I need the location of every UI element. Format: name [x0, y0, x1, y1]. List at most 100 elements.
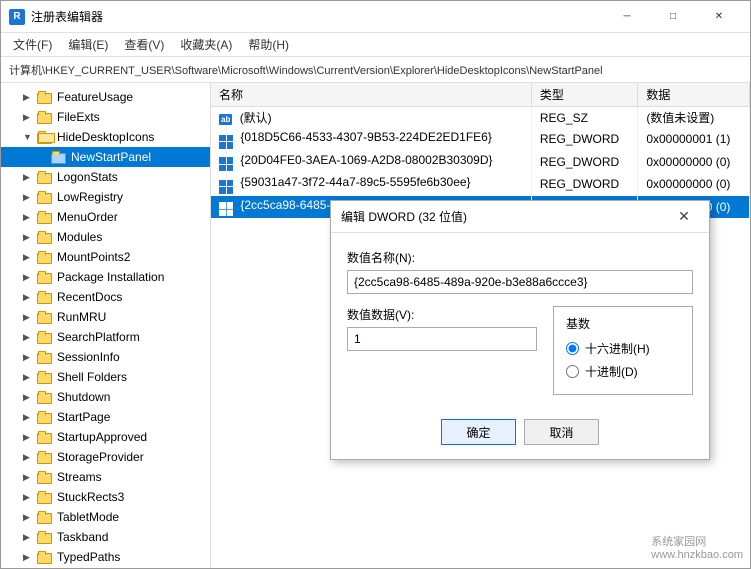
tree-item-label: RunMRU [57, 310, 106, 324]
table-row[interactable]: {018D5C66-4533-4307-9B53-224DE2ED1FE6} R… [211, 128, 750, 151]
tree-item-label: SearchPlatform [57, 330, 140, 344]
expand-arrow: ▶ [23, 292, 37, 303]
tree-item-sessioninfo[interactable]: ▶ SessionInfo [1, 347, 210, 367]
expand-arrow: ▶ [23, 492, 37, 503]
data-input[interactable] [347, 327, 537, 351]
folder-icon [37, 290, 53, 304]
menu-view[interactable]: 查看(V) [116, 34, 172, 55]
radio-hex-item[interactable]: 十六进制(H) [566, 340, 680, 357]
tree-item-label: SessionInfo [57, 350, 120, 364]
dialog-row: 数值数据(V): 基数 十六进制(H) 十进制(D) [347, 306, 693, 395]
ok-button[interactable]: 确定 [441, 419, 516, 445]
tree-item-menuorder[interactable]: ▶ MenuOrder [1, 207, 210, 227]
radio-hex[interactable] [566, 342, 579, 355]
tree-item-label: NewStartPanel [71, 150, 151, 164]
tree-item-featureusage[interactable]: ▶ FeatureUsage [1, 87, 210, 107]
table-row[interactable]: {59031a47-3f72-44a7-89c5-5595fe6b30ee} R… [211, 173, 750, 196]
tree-item-label: StartupApproved [57, 430, 147, 444]
tree-item-lowregistry[interactable]: ▶ LowRegistry [1, 187, 210, 207]
tree-item-label: RecentDocs [57, 290, 122, 304]
titlebar: R 注册表编辑器 ─ □ ✕ [1, 1, 750, 33]
tree-item-startupapproved[interactable]: ▶ StartupApproved [1, 427, 210, 447]
tree-item-mountpoints2[interactable]: ▶ MountPoints2 [1, 247, 210, 267]
name-input[interactable] [347, 270, 693, 294]
tree-item-label: MenuOrder [57, 210, 118, 224]
tree-item-tabletmode[interactable]: ▶ TabletMode [1, 507, 210, 527]
dialog-close-button[interactable]: ✕ [669, 205, 699, 229]
tree-item-label: Modules [57, 230, 102, 244]
cell-type: REG_DWORD [531, 151, 637, 174]
registry-table: 名称 类型 数据 ab (默认) REG_SZ [211, 83, 750, 218]
menu-edit[interactable]: 编辑(E) [60, 34, 116, 55]
tree-item-runmru[interactable]: ▶ RunMRU [1, 307, 210, 327]
tree-item-packageinstallation[interactable]: ▶ Package Installation [1, 267, 210, 287]
tree-item-storageprovider[interactable]: ▶ StorageProvider [1, 447, 210, 467]
col-name: 名称 [211, 83, 531, 107]
folder-icon [37, 170, 53, 184]
folder-icon [37, 110, 53, 124]
radio-dec-item[interactable]: 十进制(D) [566, 363, 680, 380]
base-label: 基数 [566, 315, 680, 332]
folder-icon [37, 230, 53, 244]
menu-file[interactable]: 文件(F) [5, 34, 60, 55]
maximize-button[interactable]: □ [650, 1, 696, 33]
folder-icon [37, 130, 53, 144]
expand-arrow: ▶ [23, 92, 37, 103]
col-type: 类型 [531, 83, 637, 107]
tree-item-fileexts[interactable]: ▶ FileExts [1, 107, 210, 127]
ab-icon: ab [219, 114, 232, 125]
tree-item-taskband[interactable]: ▶ Taskband [1, 527, 210, 547]
data-col: 数值数据(V): [347, 306, 537, 395]
expand-arrow: ▶ [23, 472, 37, 483]
cancel-button[interactable]: 取消 [524, 419, 599, 445]
tree-item-stuckrects3[interactable]: ▶ StuckRects3 [1, 487, 210, 507]
minimize-button[interactable]: ─ [604, 1, 650, 33]
cell-data: (数值未设置) [638, 107, 750, 129]
folder-icon [37, 350, 53, 364]
folder-icon [37, 370, 53, 384]
cell-data: 0x00000000 (0) [638, 173, 750, 196]
menubar: 文件(F) 编辑(E) 查看(V) 收藏夹(A) 帮助(H) [1, 33, 750, 57]
col-data: 数据 [638, 83, 750, 107]
tree-item-streams[interactable]: ▶ Streams [1, 467, 210, 487]
cell-type: REG_DWORD [531, 173, 637, 196]
tree-item-modules[interactable]: ▶ Modules [1, 227, 210, 247]
edit-dword-dialog: 编辑 DWORD (32 位值) ✕ 数值名称(N): 数值数据(V): 基数 … [330, 200, 710, 460]
tree-item-newstartpanel[interactable]: NewStartPanel [1, 147, 210, 167]
radio-hex-label: 十六进制(H) [585, 340, 650, 357]
tree-item-shutdown[interactable]: ▶ Shutdown [1, 387, 210, 407]
cell-name: {20D04FE0-3AEA-1069-A2D8-08002B30309D} [211, 151, 531, 174]
tree-item-logonstats[interactable]: ▶ LogonStats [1, 167, 210, 187]
tree-item-label: Taskband [57, 530, 108, 544]
menu-favorites[interactable]: 收藏夹(A) [172, 34, 240, 55]
menu-help[interactable]: 帮助(H) [240, 34, 297, 55]
window-controls: ─ □ ✕ [604, 1, 742, 33]
table-row[interactable]: {20D04FE0-3AEA-1069-A2D8-08002B30309D} R… [211, 151, 750, 174]
close-button[interactable]: ✕ [696, 1, 742, 33]
address-path: 计算机\HKEY_CURRENT_USER\Software\Microsoft… [9, 62, 603, 78]
folder-icon [37, 410, 53, 424]
table-row[interactable]: ab (默认) REG_SZ (数值未设置) [211, 107, 750, 129]
tree-item-recentdocs[interactable]: ▶ RecentDocs [1, 287, 210, 307]
expand-arrow: ▶ [23, 392, 37, 403]
tree-item-hidedesktopicons[interactable]: ▼ HideDesktopIcons [1, 127, 210, 147]
dword-icon [219, 180, 233, 194]
folder-icon [37, 210, 53, 224]
row-name: {018D5C66-4533-4307-9B53-224DE2ED1FE6} [240, 130, 492, 144]
tree-item-shellfolders[interactable]: ▶ Shell Folders [1, 367, 210, 387]
tree-item-label: Streams [57, 470, 102, 484]
tree-item-searchplatform[interactable]: ▶ SearchPlatform [1, 327, 210, 347]
tree-item-label: LogonStats [57, 170, 118, 184]
base-group: 基数 十六进制(H) 十进制(D) [553, 306, 693, 395]
tree-item-label: StartPage [57, 410, 110, 424]
folder-icon [37, 510, 53, 524]
folder-icon [37, 490, 53, 504]
radio-dec[interactable] [566, 365, 579, 378]
folder-icon [37, 550, 53, 564]
row-name: {59031a47-3f72-44a7-89c5-5595fe6b30ee} [240, 175, 470, 189]
expand-arrow: ▶ [23, 332, 37, 343]
tree-item-typedpaths[interactable]: ▶ TypedPaths [1, 547, 210, 567]
cell-name: {59031a47-3f72-44a7-89c5-5595fe6b30ee} [211, 173, 531, 196]
tree-item-startpage[interactable]: ▶ StartPage [1, 407, 210, 427]
data-label: 数值数据(V): [347, 306, 537, 323]
